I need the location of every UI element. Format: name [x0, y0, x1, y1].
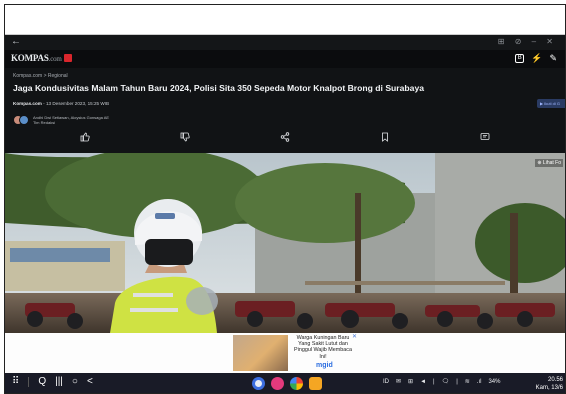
article-headline: Jaga Kondusivitas Malam Tahun Baru 2024,… — [13, 83, 425, 93]
battery-level[interactable]: 34% — [488, 379, 500, 385]
top-blank-area — [5, 5, 565, 35]
ad-banner[interactable]: Warga Kuningan Baru Yang Sakit Lutut dan… — [5, 333, 565, 373]
bookmark-square-icon[interactable]: B — [515, 54, 525, 63]
taskbar-apps — [252, 377, 322, 390]
screen-frame: ← ⊞ ⊘ – ✕ KOMPAS.com B ⚡ ✎ Kompas.com > … — [4, 4, 566, 394]
back-icon[interactable]: < — [87, 376, 93, 387]
browser-window: ← ⊞ ⊘ – ✕ KOMPAS.com B ⚡ ✎ Kompas.com > … — [5, 35, 565, 373]
follow-google-news-button[interactable]: ▶ Ikuti di G — [537, 99, 565, 108]
app-grid-icon[interactable]: ⠿ — [12, 376, 19, 387]
mail-icon[interactable]: ✉ — [396, 378, 401, 385]
bookmark-icon[interactable] — [380, 132, 390, 144]
site-header-icons: B ⚡ ✎ — [515, 53, 557, 64]
ad-headline[interactable]: Warga Kuningan Baru Yang Sakit Lutut dan… — [290, 335, 356, 360]
gallery-app-icon[interactable] — [271, 377, 284, 390]
clock-time: 20.56 — [547, 377, 563, 383]
status-divider: | — [433, 378, 435, 385]
clock-date: Kam, 13/6 — [535, 385, 563, 391]
author-info: Andhi Dwi Setiawan, Aloysius Gonsaga AE … — [33, 115, 109, 125]
source-name: Kompas.com — [13, 101, 42, 106]
breadcrumb[interactable]: Kompas.com > Regional — [13, 73, 68, 79]
ad-brand-label[interactable]: mgid — [316, 362, 333, 369]
publish-date: - 13 Desember 2023, 15:25 WIB — [43, 101, 110, 106]
logo-tld: .com — [48, 55, 62, 63]
taskbar: ⠿ Q ||| ○ < ID ✉ ⊞ ◄ | 🗨 | ≋ .ıl 34% 20.… — [5, 373, 565, 393]
article-byline: Kompas.com - 13 Desember 2023, 15:25 WIB — [13, 101, 109, 106]
article-action-bar — [5, 131, 565, 145]
browser-app-icon[interactable] — [252, 377, 265, 390]
share-icon[interactable] — [280, 132, 290, 144]
kompas-logo[interactable]: KOMPAS.com — [11, 53, 72, 63]
files-app-icon[interactable] — [309, 377, 322, 390]
recent-apps-icon[interactable]: ||| — [55, 376, 63, 387]
wifi-icon[interactable]: ≋ — [465, 378, 470, 385]
status-divider: | — [456, 378, 458, 385]
author-block: Andhi Dwi Setiawan, Aloysius Gonsaga AE … — [13, 114, 109, 126]
ad-thumbnail[interactable] — [233, 335, 288, 371]
comment-icon[interactable] — [480, 132, 490, 144]
dislike-icon[interactable] — [180, 132, 190, 144]
status-area: ID ✉ ⊞ ◄ | 🗨 | ≋ .ıl 34% — [383, 378, 500, 386]
view-photo-button[interactable]: ⊕ Lihat Fo — [535, 159, 563, 167]
author-avatar — [19, 115, 29, 125]
edit-icon[interactable]: ✎ — [549, 53, 557, 64]
signal-icon: .ıl — [476, 378, 482, 385]
search-icon[interactable]: Q — [38, 376, 46, 387]
author-role: Tim Redaksi — [33, 120, 56, 125]
hero-photo-police-motorcycles — [5, 153, 565, 333]
volume-icon[interactable]: ◄ — [420, 379, 426, 385]
browser-topbar: ← ⊞ ⊘ – ✕ — [5, 35, 565, 50]
chrome-app-icon[interactable] — [290, 377, 303, 390]
home-icon[interactable]: ○ — [72, 376, 78, 387]
screenshot-icon[interactable]: ⊞ — [408, 378, 413, 385]
logo-text: KOMPAS — [11, 53, 49, 63]
taskbar-divider — [28, 376, 30, 387]
keyboard-lang-label[interactable]: ID — [383, 379, 389, 385]
window-controls[interactable]: ⊞ ⊘ – ✕ — [498, 37, 557, 46]
chat-icon[interactable]: 🗨 — [442, 378, 450, 385]
site-header: KOMPAS.com B ⚡ ✎ — [5, 50, 565, 68]
lightning-icon[interactable]: ⚡ — [531, 53, 542, 64]
logo-badge-icon — [63, 54, 72, 62]
ad-close-icon[interactable]: ✕ — [352, 333, 357, 340]
back-arrow-icon[interactable]: ← — [11, 36, 21, 47]
like-icon[interactable] — [80, 132, 90, 144]
hero-image[interactable]: ⊕ Lihat Fo — [5, 153, 565, 333]
taskbar-nav: ⠿ Q ||| ○ < — [12, 376, 93, 387]
clock[interactable]: 20.56 Kam, 13/6 — [536, 376, 563, 392]
